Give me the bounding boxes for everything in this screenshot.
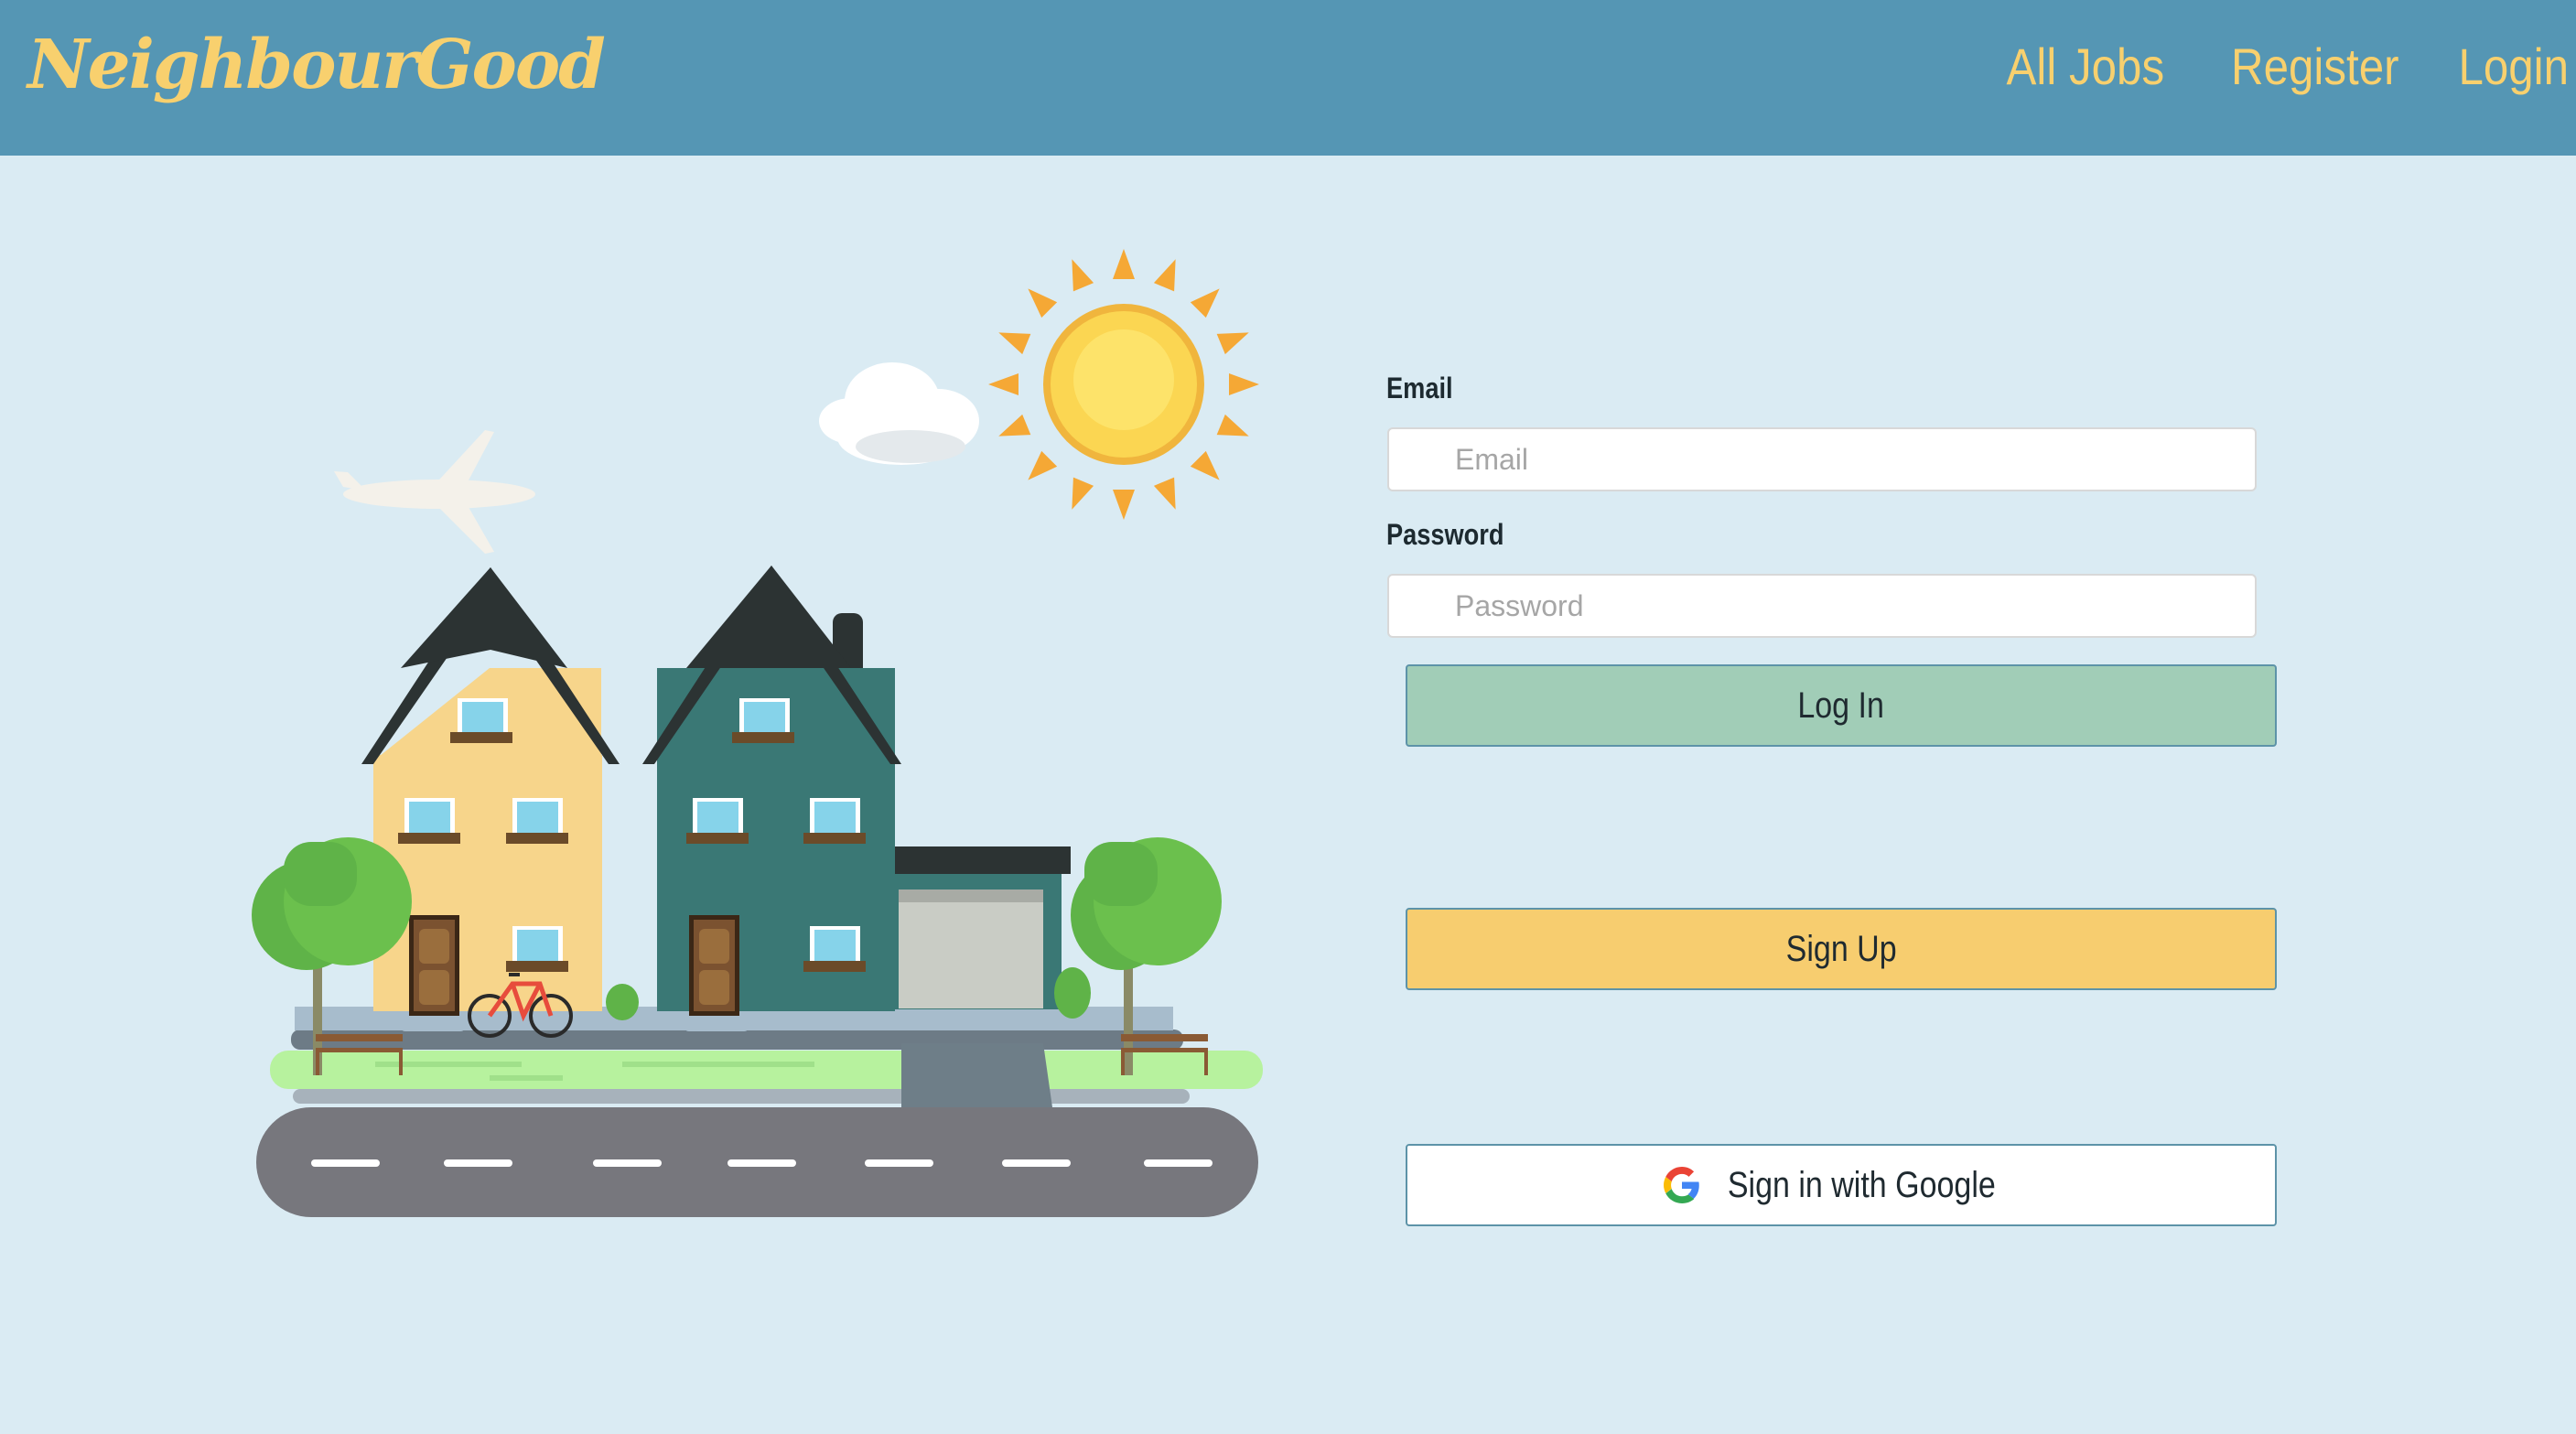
password-input[interactable] (1387, 574, 2257, 638)
garage (888, 846, 1071, 1009)
airplane-icon (334, 430, 535, 554)
password-label: Password (1386, 518, 1504, 551)
nav-links: All Jobs Register Login (1985, 37, 2569, 96)
email-input[interactable] (1387, 427, 2257, 491)
email-label: Email (1386, 372, 1453, 404)
grass (270, 1051, 1263, 1089)
sun-icon (988, 249, 1259, 520)
cloud-icon (819, 362, 979, 465)
signup-button[interactable]: Sign Up (1406, 908, 2277, 990)
navbar: NeighbourGood All Jobs Register Login (0, 0, 2576, 156)
signup-button-label: Sign Up (1785, 928, 1897, 969)
brand-logo[interactable]: NeighbourGood (27, 26, 606, 104)
teal-house (642, 566, 901, 1031)
sidewalk (291, 1030, 1183, 1050)
google-signin-button[interactable]: Sign in with Google (1406, 1144, 2277, 1226)
yellow-house (361, 567, 620, 1016)
google-signin-label: Sign in with Google (1727, 1164, 1996, 1205)
town-illustration (252, 249, 1263, 1217)
nav-link-all-jobs[interactable]: All Jobs (2007, 37, 2165, 96)
driveway (901, 1043, 1052, 1107)
google-g-icon (1663, 1167, 1699, 1203)
login-button[interactable]: Log In (1406, 664, 2277, 747)
login-button-label: Log In (1797, 685, 1885, 726)
nav-link-register[interactable]: Register (2231, 37, 2399, 96)
nav-link-login[interactable]: Login (2458, 37, 2569, 96)
